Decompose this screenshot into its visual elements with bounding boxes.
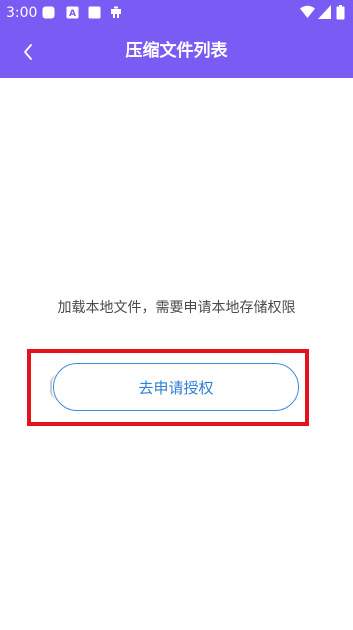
wifi-icon: [300, 5, 315, 18]
back-button[interactable]: [14, 38, 42, 66]
signal-icon: [318, 5, 331, 19]
chevron-left-icon: [24, 44, 32, 60]
square-icon: [88, 6, 101, 19]
app-icon: [42, 6, 55, 19]
battery-icon: [336, 5, 345, 20]
bug-icon: [111, 6, 121, 18]
screen: 3:00 A 压缩文件列表 加载本地文件，需要申请本地存储权限 去申请授权: [0, 0, 353, 630]
status-time: 3:00: [6, 5, 38, 21]
font-icon: A: [66, 6, 79, 19]
status-bar: 3:00 A: [0, 0, 353, 26]
app-bar: 压缩文件列表: [0, 26, 353, 78]
permission-message: 加载本地文件，需要申请本地存储权限: [57, 300, 296, 316]
grant-permission-button[interactable]: 去申请授权: [53, 363, 299, 411]
svg-text:A: A: [69, 9, 76, 19]
page-title: 压缩文件列表: [125, 41, 228, 61]
